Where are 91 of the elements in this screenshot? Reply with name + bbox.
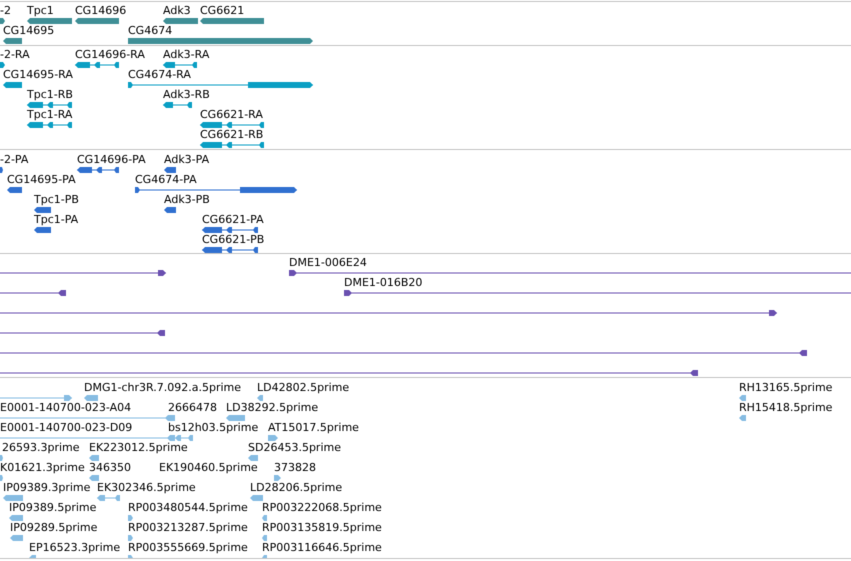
feature-label: 2666478 — [168, 401, 217, 414]
feature-label: RP003555669.5prime — [128, 541, 248, 554]
feature-arrow[interactable] — [0, 166, 3, 174]
feature-arrow[interactable] — [34, 206, 51, 214]
feature-arrow[interactable] — [200, 141, 264, 149]
feature-arrow[interactable] — [0, 369, 698, 377]
feature-label: RP003213287.5prime — [128, 521, 248, 534]
feature-label: CG6621-RA — [200, 108, 263, 121]
feature-label: RH13165.5prime — [739, 381, 832, 394]
feature-label: DME1-006E24 — [289, 256, 367, 269]
feature-label: CG6621 — [200, 4, 244, 17]
feature-label: Adk3-PB — [164, 193, 210, 206]
feature-label: RP003480544.5prime — [128, 501, 248, 514]
feature-label: IP09289.5prime — [10, 521, 98, 534]
feature-label: CG6621-PB — [202, 233, 264, 246]
feature-label: RP003222068.5prime — [262, 501, 382, 514]
feature-label: 346350 — [89, 461, 131, 474]
feature-arrow[interactable] — [164, 166, 176, 174]
feature-arrow[interactable] — [75, 17, 119, 25]
feature-label: Tpc1 — [27, 4, 54, 17]
feature-label: CG4674-RA — [128, 68, 191, 81]
feature-label: CG14695-RA — [3, 68, 73, 81]
feature-arrow[interactable] — [344, 289, 851, 297]
feature-label: Tpc1-RB — [27, 88, 73, 101]
feature-arrow[interactable] — [0, 329, 165, 337]
feature-label: Adk3-RA — [163, 48, 210, 61]
feature-label: Tpc1-PA — [34, 213, 78, 226]
feature-arrow[interactable] — [3, 37, 22, 45]
feature-arrow[interactable] — [163, 17, 198, 25]
feature-label: -2-RA — [0, 48, 30, 61]
feature-label: CG14696 — [75, 4, 126, 17]
feature-arrow[interactable] — [27, 17, 72, 25]
feature-arrow[interactable] — [0, 61, 5, 69]
feature-arrow[interactable] — [27, 101, 72, 109]
feature-label: EK223012.5prime — [89, 441, 188, 454]
feature-arrow[interactable] — [0, 17, 5, 25]
feature-label: EK190460.5prime — [159, 461, 258, 474]
feature-label: RP003135819.5prime — [262, 521, 382, 534]
feature-label: SD26453.5prime — [248, 441, 341, 454]
feature-arrow[interactable] — [3, 81, 22, 89]
feature-arrow[interactable] — [128, 81, 313, 89]
feature-label: Adk3-PA — [164, 153, 210, 166]
feature-arrow[interactable] — [200, 121, 264, 129]
feature-arrow[interactable] — [202, 246, 258, 253]
feature-label: IP09389.5prime — [9, 501, 96, 514]
feature-label: EK302346.5prime — [97, 481, 196, 494]
feature-arrow[interactable] — [135, 186, 297, 194]
feature-label: DMG1-chr3R.7.092.a.5prime — [84, 381, 242, 394]
feature-label: EP16523.3prime — [29, 541, 120, 554]
feature-label: K01621.3prime — [0, 461, 85, 474]
feature-label: Tpc1-RA — [27, 108, 72, 121]
feature-label: CG6621-RB — [200, 128, 264, 141]
feature-arrow[interactable] — [0, 289, 66, 297]
feature-label: CG4674-PA — [135, 173, 197, 186]
feature-label: CG4674 — [128, 24, 172, 37]
feature-arrow[interactable] — [27, 121, 72, 129]
feature-label: CG14696-PA — [77, 153, 146, 166]
feature-label: LD28206.5prime — [250, 481, 342, 494]
feature-label: -2-PA — [0, 153, 28, 166]
feature-label: 373828 — [274, 461, 316, 474]
feature-label: Tpc1-PB — [34, 193, 79, 206]
feature-label: CG14695-PA — [7, 173, 76, 186]
feature-label: CG6621-PA — [202, 213, 264, 226]
feature-arrow[interactable] — [202, 226, 258, 234]
feature-label: IP09389.3prime — [3, 481, 90, 494]
feature-arrow[interactable] — [0, 349, 807, 357]
feature-arrow[interactable] — [75, 61, 119, 69]
feature-arrow[interactable] — [77, 166, 119, 174]
feature-label: AT15017.5prime — [268, 421, 359, 434]
feature-arrow[interactable] — [289, 269, 851, 277]
feature-label: DME1-016B20 — [344, 276, 422, 289]
feature-label: Adk3-RB — [163, 88, 210, 101]
feature-label: E0001-140700-023-D09 — [0, 421, 132, 434]
feature-label: CG14695 — [3, 24, 54, 37]
feature-label: -2 — [0, 4, 11, 17]
feature-label: Adk3 — [163, 4, 191, 17]
feature-label: 26593.3prime — [2, 441, 80, 454]
feature-arrow[interactable] — [163, 101, 192, 109]
feature-label: bs12h03.5prime — [168, 421, 258, 434]
feature-label: CG14696-RA — [75, 48, 145, 61]
feature-label: RP003116646.5prime — [262, 541, 382, 554]
feature-label: RH15418.5prime — [739, 401, 832, 414]
feature-arrow[interactable] — [163, 61, 197, 69]
feature-arrow[interactable] — [7, 186, 22, 194]
feature-label: LD42802.5prime — [257, 381, 350, 394]
feature-label: LD38292.5prime — [226, 401, 318, 414]
feature-arrow[interactable] — [164, 206, 176, 214]
feature-label: E0001-140700-023-A04 — [0, 401, 132, 414]
feature-arrow[interactable] — [0, 269, 166, 277]
feature-arrow[interactable] — [34, 226, 51, 234]
feature-arrow[interactable] — [0, 309, 777, 317]
